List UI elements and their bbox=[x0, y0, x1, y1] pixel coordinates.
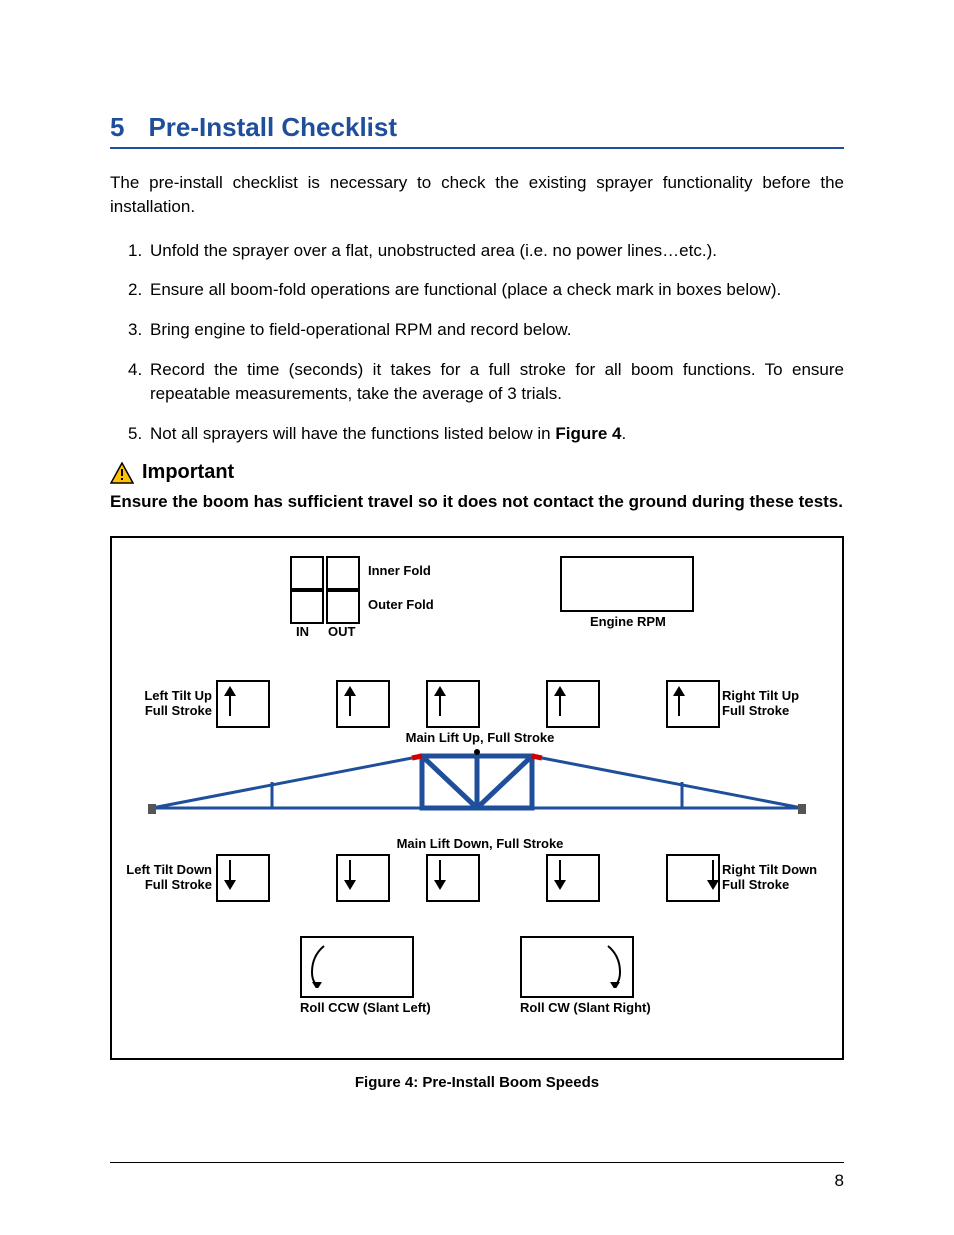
section-number: 5 bbox=[110, 112, 124, 143]
list-item: Unfold the sprayer over a flat, unobstru… bbox=[128, 239, 844, 263]
boom-diagram bbox=[112, 748, 842, 830]
intro-paragraph: The pre-install checklist is necessary t… bbox=[110, 171, 844, 219]
label-left-tilt-down-2: Full Stroke bbox=[145, 877, 212, 892]
label-right-tilt-down-2: Full Stroke bbox=[722, 877, 789, 892]
label-inner-fold: Inner Fold bbox=[368, 563, 431, 578]
footer-rule bbox=[110, 1162, 844, 1163]
label-left-tilt-up: Left Tilt Up bbox=[144, 688, 212, 703]
list-item: Bring engine to field-operational RPM an… bbox=[128, 318, 844, 342]
input-main-down-c[interactable] bbox=[546, 854, 600, 902]
label-left-tilt-down: Left Tilt Down bbox=[126, 862, 212, 877]
label-right-tilt-up-2: Full Stroke bbox=[722, 703, 789, 718]
label-engine-rpm: Engine RPM bbox=[590, 614, 666, 629]
roll-cw-icon bbox=[602, 942, 624, 988]
label-roll-ccw: Roll CCW (Slant Left) bbox=[300, 1000, 431, 1015]
roll-ccw-icon bbox=[308, 942, 330, 988]
important-callout: Important bbox=[110, 461, 844, 484]
label-left-tilt-up-2: Full Stroke bbox=[145, 703, 212, 718]
list-item-text: Not all sprayers will have the functions… bbox=[150, 424, 555, 443]
list-item: Ensure all boom-fold operations are func… bbox=[128, 278, 844, 302]
figure-frame: Inner Fold Outer Fold IN OUT Engine RPM … bbox=[110, 536, 844, 1060]
important-label: Important bbox=[142, 461, 234, 484]
figure-caption: Figure 4: Pre-Install Boom Speeds bbox=[110, 1074, 844, 1091]
label-right-tilt-up: Right Tilt Up bbox=[722, 688, 799, 703]
input-main-down-a[interactable] bbox=[336, 854, 390, 902]
input-engine-rpm[interactable] bbox=[560, 556, 694, 612]
label-right-tilt-down: Right Tilt Down bbox=[722, 862, 817, 877]
list-item: Not all sprayers will have the functions… bbox=[128, 422, 844, 446]
warning-icon bbox=[110, 462, 134, 484]
section-heading: 5 Pre-Install Checklist bbox=[110, 112, 844, 149]
label-main-down: Main Lift Down, Full Stroke bbox=[397, 836, 564, 851]
checkbox-inner-in[interactable] bbox=[290, 556, 324, 590]
list-item: Record the time (seconds) it takes for a… bbox=[128, 358, 844, 406]
list-item-text: . bbox=[622, 424, 627, 443]
label-outer-fold: Outer Fold bbox=[368, 597, 434, 612]
label-main-up: Main Lift Up, Full Stroke bbox=[406, 730, 555, 745]
checkbox-inner-out[interactable] bbox=[326, 556, 360, 590]
label-in: IN bbox=[296, 624, 309, 639]
figure-ref: Figure 4 bbox=[555, 424, 621, 443]
page-number: 8 bbox=[835, 1171, 844, 1191]
numbered-list: Unfold the sprayer over a flat, unobstru… bbox=[110, 239, 844, 446]
section-title: Pre-Install Checklist bbox=[148, 112, 397, 143]
label-out: OUT bbox=[328, 624, 355, 639]
input-left-tilt-down[interactable] bbox=[216, 854, 270, 902]
input-main-down-b[interactable] bbox=[426, 854, 480, 902]
important-text: Ensure the boom has sufficient travel so… bbox=[110, 490, 844, 514]
checkbox-outer-out[interactable] bbox=[326, 590, 360, 624]
label-roll-cw: Roll CW (Slant Right) bbox=[520, 1000, 651, 1015]
checkbox-outer-in[interactable] bbox=[290, 590, 324, 624]
